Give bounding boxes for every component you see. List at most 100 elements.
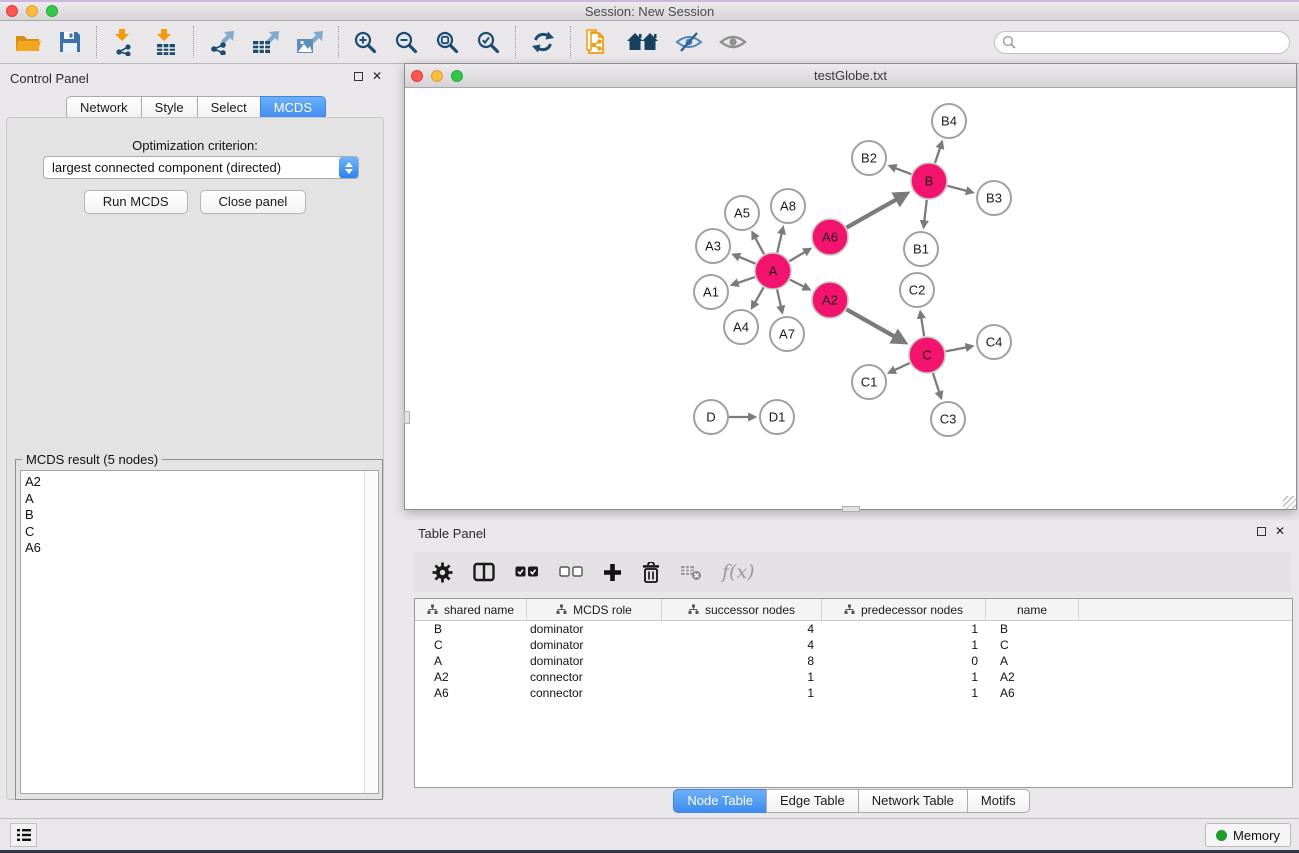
edge-A-A8[interactable] bbox=[777, 233, 781, 252]
tab-node-table[interactable]: Node Table bbox=[673, 789, 767, 813]
table-row[interactable]: A2connector11A2 bbox=[415, 669, 1292, 685]
delete-column-button[interactable] bbox=[632, 555, 670, 589]
import-table-button[interactable] bbox=[145, 25, 187, 59]
node-A4[interactable]: A4 bbox=[724, 310, 758, 344]
close-panel-icon[interactable]: ✕ bbox=[372, 71, 382, 81]
duplicate-network-button[interactable] bbox=[577, 25, 619, 59]
refresh-button[interactable] bbox=[522, 25, 564, 59]
mcds-result-item[interactable]: B bbox=[25, 507, 378, 524]
network-graph[interactable]: B4B2BB3A8A5A6A3B1AC2A1A2A4A7C4CC1DD1C3 bbox=[405, 88, 1296, 509]
close-panel-button[interactable]: Close panel bbox=[200, 190, 307, 214]
node-C4[interactable]: C4 bbox=[977, 325, 1011, 359]
column-header-name[interactable]: name bbox=[986, 599, 1079, 620]
cell-shared-name[interactable]: A bbox=[415, 653, 527, 669]
zoom-fit-button[interactable] bbox=[427, 25, 468, 59]
node-B2[interactable]: B2 bbox=[852, 141, 886, 175]
node-B1[interactable]: B1 bbox=[904, 232, 938, 266]
float-table-panel-icon[interactable] bbox=[1257, 527, 1266, 536]
cell-name[interactable]: A6 bbox=[986, 685, 1079, 701]
float-panel-icon[interactable] bbox=[354, 72, 363, 81]
edge-C-C4[interactable] bbox=[946, 347, 967, 351]
table-row[interactable]: Adominator80A bbox=[415, 653, 1292, 669]
cell-shared-name[interactable]: A2 bbox=[415, 669, 527, 685]
table-settings-button[interactable] bbox=[422, 555, 463, 589]
show-column-button[interactable] bbox=[463, 555, 505, 589]
mcds-result-scrollbar[interactable] bbox=[364, 471, 377, 793]
edge-A6-B[interactable] bbox=[847, 199, 897, 227]
node-A7[interactable]: A7 bbox=[770, 317, 804, 351]
zoom-out-button[interactable] bbox=[386, 25, 427, 59]
delete-table-button[interactable] bbox=[670, 555, 712, 589]
table-row[interactable]: A6connector11A6 bbox=[415, 685, 1292, 701]
network-canvas[interactable]: B4B2BB3A8A5A6A3B1AC2A1A2A4A7C4CC1DD1C3 bbox=[405, 88, 1296, 509]
hide-graphics-details-button[interactable] bbox=[667, 25, 711, 59]
mcds-result-item[interactable]: A2 bbox=[25, 474, 378, 491]
cell-shared-name[interactable]: C bbox=[415, 637, 527, 653]
node-A8[interactable]: A8 bbox=[771, 189, 805, 223]
node-C1[interactable]: C1 bbox=[852, 365, 886, 399]
zoom-in-button[interactable] bbox=[345, 25, 386, 59]
edge-A2-C[interactable] bbox=[847, 309, 895, 336]
edge-C-C2[interactable] bbox=[921, 318, 924, 336]
node-C[interactable]: C bbox=[909, 337, 945, 373]
mcds-result-list[interactable]: A2ABCA6 bbox=[20, 470, 379, 794]
cell-predecessor-nodes[interactable]: 1 bbox=[822, 685, 986, 701]
cell-predecessor-nodes[interactable]: 1 bbox=[822, 669, 986, 685]
export-network-button[interactable] bbox=[200, 25, 244, 59]
cell-name[interactable]: B bbox=[986, 621, 1079, 637]
mcds-result-item[interactable]: C bbox=[25, 524, 378, 541]
cell-shared-name[interactable]: A6 bbox=[415, 685, 527, 701]
export-image-button[interactable] bbox=[288, 25, 332, 59]
cell-name[interactable]: A2 bbox=[986, 669, 1079, 685]
optimization-criterion-dropdown[interactable]: largest connected component (directed) bbox=[43, 156, 359, 179]
column-header-shared-name[interactable]: shared name bbox=[415, 599, 527, 620]
table-row[interactable]: Cdominator41C bbox=[415, 637, 1292, 653]
cell-MCDS-role[interactable]: dominator bbox=[527, 637, 662, 653]
edge-B-B4[interactable] bbox=[935, 148, 940, 163]
cell-predecessor-nodes[interactable]: 0 bbox=[822, 653, 986, 669]
tab-network-table[interactable]: Network Table bbox=[858, 789, 968, 813]
edge-B-B2[interactable] bbox=[895, 168, 911, 174]
column-header-MCDS-role[interactable]: MCDS role bbox=[527, 599, 662, 620]
table-row[interactable]: Bdominator41B bbox=[415, 621, 1292, 637]
open-file-button[interactable] bbox=[6, 25, 50, 59]
bottom-scrollbar-handle[interactable] bbox=[842, 506, 860, 512]
tab-motifs[interactable]: Motifs bbox=[967, 789, 1030, 813]
run-mcds-button[interactable]: Run MCDS bbox=[84, 190, 188, 214]
edge-A-A2[interactable] bbox=[790, 280, 804, 287]
edge-B-B1[interactable] bbox=[924, 200, 926, 221]
window-resize-grip[interactable] bbox=[1283, 496, 1296, 509]
add-column-button[interactable] bbox=[593, 555, 632, 589]
left-scrollbar-handle[interactable] bbox=[404, 411, 410, 424]
node-D1[interactable]: D1 bbox=[760, 400, 794, 434]
cell-successor-nodes[interactable]: 1 bbox=[662, 669, 822, 685]
edge-B-B3[interactable] bbox=[947, 186, 966, 191]
node-A5[interactable]: A5 bbox=[725, 196, 759, 230]
home-button[interactable] bbox=[619, 25, 667, 59]
node-A2[interactable]: A2 bbox=[812, 282, 848, 318]
node-table[interactable]: shared nameMCDS rolesuccessor nodesprede… bbox=[414, 598, 1293, 788]
node-B4[interactable]: B4 bbox=[932, 104, 966, 138]
function-builder-button[interactable]: f(x) bbox=[712, 555, 765, 589]
edge-C-C3[interactable] bbox=[933, 373, 939, 392]
cell-MCDS-role[interactable]: connector bbox=[527, 669, 662, 685]
cell-name[interactable]: C bbox=[986, 637, 1079, 653]
node-B3[interactable]: B3 bbox=[977, 181, 1011, 215]
show-graphics-details-button[interactable] bbox=[711, 25, 755, 59]
task-history-button[interactable] bbox=[10, 823, 37, 847]
cell-predecessor-nodes[interactable]: 1 bbox=[822, 621, 986, 637]
memory-button[interactable]: Memory bbox=[1205, 823, 1291, 847]
node-A1[interactable]: A1 bbox=[694, 275, 728, 309]
cell-successor-nodes[interactable]: 8 bbox=[662, 653, 822, 669]
column-header-predecessor-nodes[interactable]: predecessor nodes bbox=[822, 599, 986, 620]
node-D[interactable]: D bbox=[694, 400, 728, 434]
cell-name[interactable]: A bbox=[986, 653, 1079, 669]
edge-A-A7[interactable] bbox=[777, 290, 781, 307]
import-network-button[interactable] bbox=[103, 25, 145, 59]
edge-A-A3[interactable] bbox=[739, 257, 755, 264]
edge-A-A6[interactable] bbox=[789, 252, 805, 261]
mcds-result-item[interactable]: A bbox=[25, 491, 378, 508]
edge-A-A4[interactable] bbox=[755, 287, 764, 302]
node-A[interactable]: A bbox=[755, 253, 791, 289]
node-C3[interactable]: C3 bbox=[931, 402, 965, 436]
